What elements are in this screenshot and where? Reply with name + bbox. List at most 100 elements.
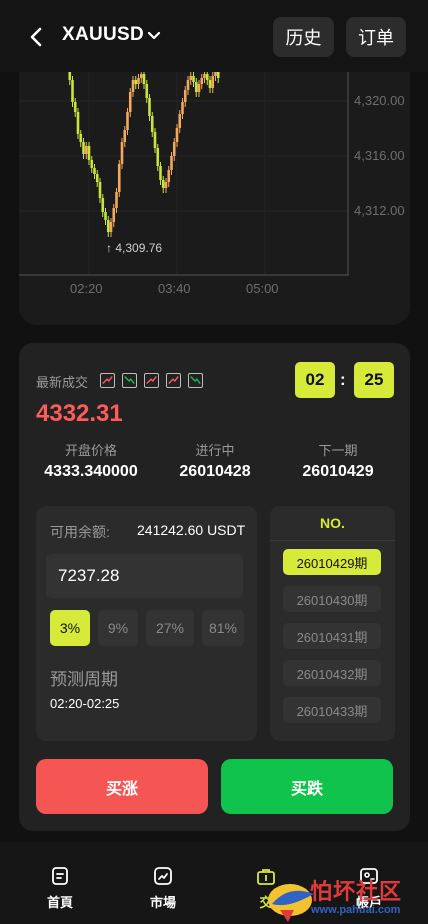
latest-trade-label: 最新成交 — [36, 375, 89, 390]
candle-body — [178, 114, 182, 128]
candlestick-chart[interactable]: 4,320.00 4,316.00 4,312.00 02:20 03:40 0… — [19, 72, 410, 325]
candle-body — [123, 130, 127, 142]
y-axis-tick: 4,320.00 — [354, 93, 405, 108]
candle-body — [175, 128, 179, 142]
candle-body — [112, 208, 116, 222]
candle-body — [73, 102, 77, 112]
candle-body — [126, 112, 129, 130]
candle-body — [186, 80, 190, 90]
candle-body — [79, 134, 83, 142]
candle-body — [95, 174, 99, 182]
candle-body — [208, 80, 212, 88]
candle-body — [137, 78, 140, 84]
nav-market[interactable]: 市場 — [133, 842, 193, 924]
buy-down-button[interactable]: 买跌 — [221, 759, 393, 814]
candle-body — [205, 74, 209, 80]
candle-body — [98, 182, 102, 198]
candle-body — [101, 198, 105, 212]
prediction-period-label: 预测周期 — [50, 670, 118, 689]
balance-label: 可用余额: — [50, 524, 110, 540]
candle-body — [211, 76, 215, 88]
period-item[interactable]: 26010430期 — [283, 586, 381, 612]
low-price-value: 4,309.76 — [115, 241, 163, 255]
chevron-down-icon[interactable] — [146, 28, 162, 44]
period-list: NO. 26010429期 26010430期 26010431期 260104… — [270, 506, 395, 741]
candle-body — [216, 72, 220, 78]
candle-body — [131, 80, 135, 92]
candle-body — [214, 72, 217, 76]
trade-panel: 最新成交 4332.31 02 : 25 开盘价格 4333.340000 进行… — [19, 343, 410, 831]
candle-body — [150, 116, 154, 132]
countdown-colon: : — [340, 370, 346, 389]
back-arrow-icon[interactable] — [26, 24, 48, 50]
candle-body — [68, 72, 72, 80]
candle-body — [134, 80, 138, 84]
candle-body — [192, 76, 195, 82]
candle-body — [203, 74, 206, 78]
period-list-title: NO. — [320, 515, 345, 531]
candle-body — [167, 170, 171, 182]
candle-body — [128, 92, 132, 112]
watermark-url: www.pahuai.com — [311, 904, 401, 916]
balance-value: 241242.60 USDT — [137, 522, 246, 538]
percent-option-27[interactable]: 27% — [146, 610, 194, 646]
candle-body — [106, 220, 110, 232]
candle-body — [142, 74, 146, 84]
candle-body — [139, 74, 143, 78]
latest-price: 4332.31 — [36, 400, 123, 427]
trend-down-icon — [122, 373, 137, 388]
amount-input[interactable]: 7237.28 — [46, 554, 243, 598]
candle-body — [172, 142, 176, 156]
candle-body — [87, 146, 91, 160]
next-period-value: 26010429 — [302, 463, 374, 480]
watermark-text: 怕坏社区 — [310, 879, 403, 904]
candle-body — [181, 102, 184, 114]
trend-down-icon — [188, 373, 203, 388]
in-progress-label: 进行中 — [195, 443, 235, 458]
low-arrow-icon: ↑ — [106, 241, 112, 255]
period-item[interactable]: 26010431期 — [283, 623, 381, 649]
open-price-value: 4333.340000 — [44, 463, 138, 480]
period-item[interactable]: 26010432期 — [283, 660, 381, 686]
candle-body — [183, 90, 187, 102]
symbol-title[interactable]: XAUUSD — [62, 24, 144, 46]
candle-body — [161, 180, 165, 188]
in-progress-value: 26010428 — [179, 463, 251, 480]
candle-body — [71, 80, 74, 102]
candle-body — [115, 192, 118, 208]
history-button[interactable]: 历史 — [273, 17, 334, 57]
low-price-marker: ↑ 4,309.76 — [106, 241, 162, 255]
candle-body — [93, 168, 96, 174]
percent-option-81[interactable]: 81% — [202, 610, 244, 646]
x-axis-tick: 02:20 — [70, 281, 103, 296]
open-price-label: 开盘价格 — [64, 443, 117, 458]
x-axis-tick: 03:40 — [158, 281, 191, 296]
candle-body — [117, 164, 121, 192]
candle-body — [200, 78, 204, 84]
trend-up-icon — [144, 373, 159, 388]
divider — [270, 540, 395, 541]
nav-home[interactable]: 首頁 — [30, 842, 90, 924]
candle-body — [170, 156, 173, 170]
top-bar: XAUUSD 历史 订单 — [0, 0, 428, 72]
candle-body — [120, 142, 124, 164]
buy-up-button[interactable]: 买涨 — [36, 759, 208, 814]
countdown-minutes: 02 — [295, 362, 335, 398]
home-doc-icon — [52, 867, 68, 885]
candle-body — [197, 84, 201, 92]
trend-up-icon — [166, 373, 181, 388]
candle-body — [104, 212, 107, 220]
candle-body — [76, 112, 80, 134]
period-item[interactable]: 26010429期 — [283, 549, 381, 575]
period-item[interactable]: 26010433期 — [283, 697, 381, 723]
percent-option-9[interactable]: 9% — [98, 610, 138, 646]
candle-body — [153, 132, 157, 148]
percent-option-3[interactable]: 3% — [50, 610, 90, 646]
orders-button[interactable]: 订单 — [346, 17, 406, 57]
candle-body — [109, 222, 113, 232]
candle-body — [84, 146, 88, 154]
candle-body — [159, 166, 162, 180]
candle-body — [194, 82, 198, 92]
trend-up-icon — [100, 373, 115, 388]
candle-body — [189, 76, 193, 80]
